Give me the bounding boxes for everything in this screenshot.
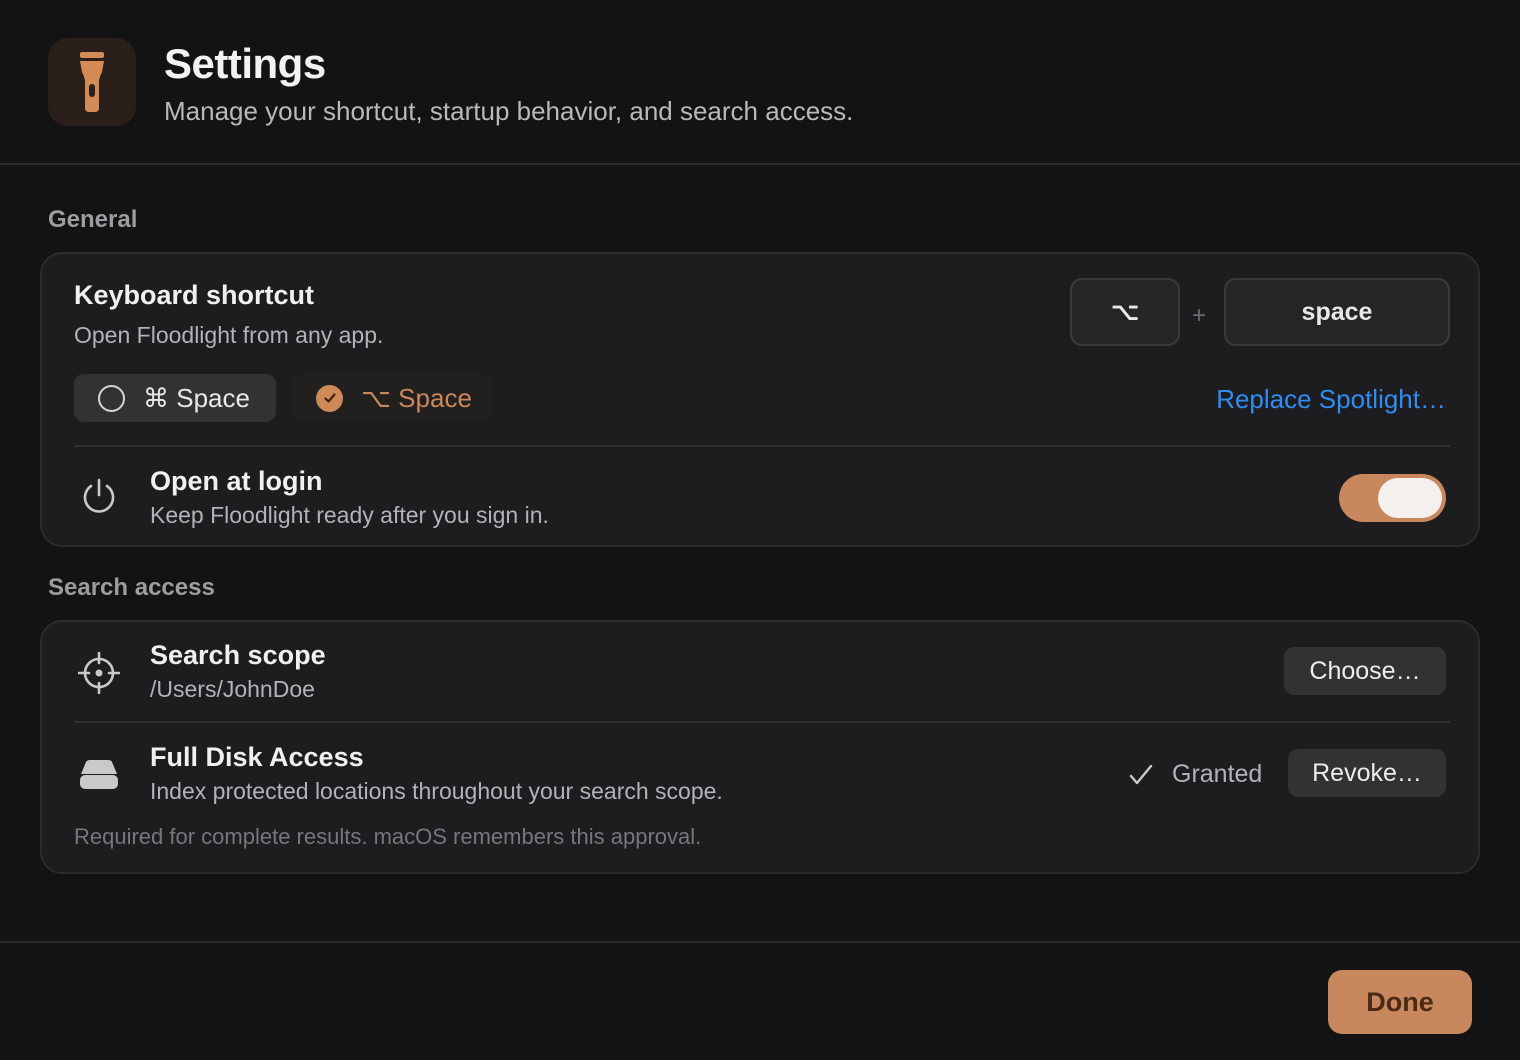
crosshair-icon bbox=[74, 648, 124, 698]
flashlight-icon bbox=[48, 38, 136, 126]
revoke-button[interactable]: Revoke… bbox=[1288, 749, 1446, 797]
choose-scope-button[interactable]: Choose… bbox=[1284, 647, 1446, 695]
divider bbox=[74, 721, 1450, 723]
keyboard-shortcut-title: Keyboard shortcut bbox=[74, 280, 315, 310]
shortcut-option-command-space[interactable]: ⌘ Space bbox=[74, 374, 276, 422]
full-disk-access-footnote: Required for complete results. macOS rem… bbox=[74, 824, 702, 849]
shortcut-option-option-space[interactable]: ⌥ Space bbox=[292, 374, 492, 422]
search-access-card: Search scope /Users/JohnDoe Choose… Full… bbox=[40, 620, 1480, 874]
search-scope-path: /Users/JohnDoe bbox=[150, 676, 315, 702]
granted-status: Granted bbox=[1128, 760, 1262, 789]
radio-checked-icon bbox=[316, 384, 343, 412]
drive-icon bbox=[74, 750, 124, 800]
header: Settings Manage your shortcut, startup b… bbox=[0, 0, 1520, 165]
shortcut-option-label: ⌘ Space bbox=[143, 382, 250, 413]
search-scope-title: Search scope bbox=[150, 640, 326, 670]
footer-divider bbox=[0, 941, 1520, 943]
shortcut-plus: + bbox=[1192, 302, 1207, 329]
open-at-login-toggle[interactable] bbox=[1339, 474, 1446, 522]
page-subtitle: Manage your shortcut, startup behavior, … bbox=[164, 96, 854, 126]
shortcut-key-option[interactable]: ⌥ bbox=[1070, 278, 1180, 346]
full-disk-access-subtitle: Index protected locations throughout you… bbox=[150, 778, 723, 804]
replace-spotlight-link[interactable]: Replace Spotlight… bbox=[1216, 384, 1446, 415]
section-label-search-access: Search access bbox=[48, 574, 215, 601]
radio-unselected-icon bbox=[98, 384, 125, 412]
settings-window: Settings Manage your shortcut, startup b… bbox=[0, 0, 1520, 1060]
page-title: Settings bbox=[164, 40, 326, 87]
toggle-knob bbox=[1378, 478, 1442, 518]
power-icon bbox=[74, 472, 124, 522]
keyboard-shortcut-subtitle: Open Floodlight from any app. bbox=[74, 322, 384, 348]
shortcut-option-label: ⌥ Space bbox=[361, 382, 472, 413]
section-label-general: General bbox=[48, 206, 138, 233]
full-disk-access-title: Full Disk Access bbox=[150, 742, 364, 772]
general-card: Keyboard shortcut Open Floodlight from a… bbox=[40, 252, 1480, 547]
divider bbox=[74, 445, 1450, 447]
done-button[interactable]: Done bbox=[1328, 970, 1472, 1034]
granted-label: Granted bbox=[1172, 760, 1263, 788]
open-at-login-title: Open at login bbox=[150, 466, 323, 496]
checkmark-icon bbox=[1129, 764, 1153, 784]
open-at-login-subtitle: Keep Floodlight ready after you sign in. bbox=[150, 502, 549, 528]
shortcut-key-space[interactable]: space bbox=[1224, 278, 1450, 346]
